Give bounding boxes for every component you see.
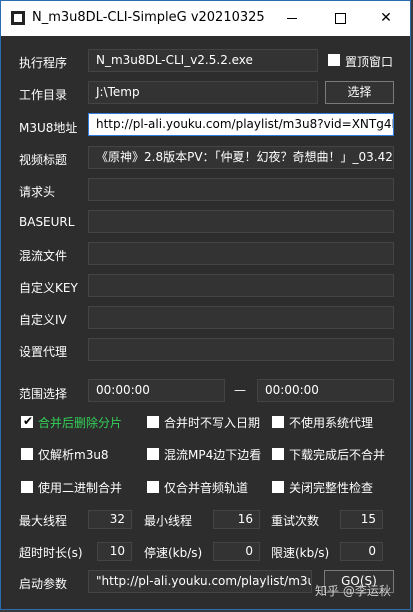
proxy-label: 设置代理: [19, 345, 68, 359]
option-mux-while-download-label: 混流MP4边下边看: [164, 448, 262, 462]
proxy-input[interactable]: [88, 338, 394, 361]
minimize-button[interactable]: [269, 5, 315, 31]
mixfile-label: 混流文件: [19, 249, 68, 263]
choose-dir-button[interactable]: 选择: [325, 81, 394, 104]
retries-input[interactable]: 15: [340, 510, 383, 529]
exe-input[interactable]: N_m3u8DL-CLI_v2.5.2.exe: [88, 49, 318, 72]
range-separator: —: [234, 383, 246, 397]
topmost-label: 置顶窗口: [345, 55, 394, 69]
min-threads-label: 最小线程: [144, 514, 193, 528]
stop-speed-label: 停速(kb/s): [144, 546, 203, 560]
min-threads-input[interactable]: 16: [213, 510, 260, 529]
option-no-date-checkbox[interactable]: [147, 416, 159, 428]
max-threads-label: 最大线程: [19, 514, 68, 528]
launch-params-label: 启动参数: [19, 577, 68, 591]
baseurl-input[interactable]: [88, 210, 394, 233]
option-no-date-label: 合并时不写入日期: [164, 416, 261, 430]
option-binary-merge-checkbox[interactable]: [21, 481, 33, 493]
limit-speed-label: 限速(kb/s): [271, 546, 330, 560]
baseurl-label: BASEURL: [19, 215, 75, 229]
option-mux-while-download-checkbox[interactable]: [147, 448, 159, 460]
option-parse-only-label: 仅解析m3u8: [38, 448, 109, 462]
key-label: 自定义KEY: [19, 281, 78, 295]
option-delete-after-merge-label: 合并后删除分片: [38, 416, 123, 430]
stop-speed-input[interactable]: 0: [213, 542, 260, 561]
app-window: N_m3u8DL-CLI-SimpleG v20210325 ✕ 执行程序 N_…: [0, 0, 411, 610]
option-audio-only-label: 仅合并音频轨道: [164, 481, 249, 495]
video-title-input[interactable]: 《原神》2.8版本PV：「仲夏！幻夜？奇想曲！」_03.42: [88, 146, 394, 169]
range-start-input[interactable]: 00:00:00: [88, 379, 225, 402]
video-title-label: 视频标题: [19, 153, 68, 167]
option-audio-only-checkbox[interactable]: [147, 481, 159, 493]
exe-label: 执行程序: [19, 56, 68, 70]
option-no-integrity-check-checkbox[interactable]: [272, 481, 284, 493]
option-delete-after-merge-checkbox[interactable]: [21, 414, 33, 428]
retries-label: 重试次数: [271, 514, 320, 528]
window-title: N_m3u8DL-CLI-SimpleG v20210325: [32, 10, 265, 25]
mixfile-input[interactable]: [88, 242, 394, 265]
key-input[interactable]: [88, 274, 394, 297]
option-no-integrity-check-label: 关闭完整性检查: [289, 481, 374, 495]
title-bar[interactable]: N_m3u8DL-CLI-SimpleG v20210325 ✕: [1, 1, 410, 36]
headers-label: 请求头: [19, 185, 56, 199]
option-no-system-proxy-label: 不使用系统代理: [289, 416, 374, 430]
launch-params-input[interactable]: "http://pl-ali.youku.com/playlist/m3u8: [88, 570, 312, 593]
range-end-input[interactable]: 00:00:00: [257, 379, 394, 402]
m3u8-label: M3U8地址: [19, 121, 78, 135]
option-no-merge-label: 下载完成后不合并: [289, 448, 386, 462]
timeout-input[interactable]: 10: [97, 542, 132, 561]
option-no-merge-checkbox[interactable]: [272, 448, 284, 460]
option-parse-only-checkbox[interactable]: [21, 448, 33, 460]
range-label: 范围选择: [19, 387, 68, 401]
max-threads-input[interactable]: 32: [88, 510, 132, 529]
zhihu-watermark: 知乎 @李运秋: [315, 584, 391, 598]
app-icon: [11, 11, 25, 25]
option-no-system-proxy-checkbox[interactable]: [272, 416, 284, 428]
close-button[interactable]: ✕: [363, 5, 409, 31]
limit-speed-input[interactable]: 0: [340, 542, 383, 561]
option-binary-merge-label: 使用二进制合并: [38, 481, 123, 495]
headers-input[interactable]: [88, 178, 394, 201]
maximize-button[interactable]: [317, 5, 363, 31]
topmost-checkbox[interactable]: [328, 54, 340, 66]
iv-input[interactable]: [88, 306, 394, 329]
workdir-input[interactable]: J:\Temp: [88, 81, 318, 104]
workdir-label: 工作目录: [19, 88, 68, 102]
m3u8-url-input[interactable]: http://pl-ali.youku.com/playlist/m3u8?vi…: [88, 113, 394, 136]
iv-label: 自定义IV: [19, 313, 67, 327]
timeout-label: 超时时长(s): [19, 546, 83, 560]
